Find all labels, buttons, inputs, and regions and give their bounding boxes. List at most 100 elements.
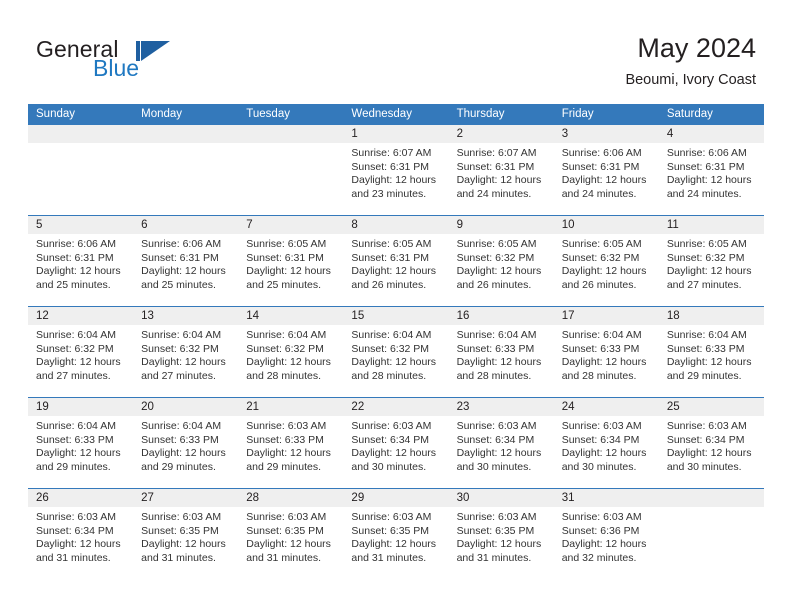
day-detail-line: and 30 minutes. [351, 460, 427, 473]
day-detail-line: Sunrise: 6:04 AM [36, 329, 116, 341]
day-cell-31[interactable]: Sunrise: 6:03 AM Sunset: 6:36 PM Daylight:… [554, 507, 659, 579]
day-number-2[interactable]: 2 [449, 125, 554, 143]
day-detail-line: and 28 minutes. [246, 369, 321, 382]
day-cell-22[interactable]: Sunrise: 6:03 AM Sunset: 6:34 PM Daylight:… [343, 416, 448, 488]
day-cell-5[interactable]: Sunrise: 6:06 AM Sunset: 6:31 PM Daylight:… [28, 234, 133, 306]
day-detail-line: Sunrise: 6:04 AM [141, 420, 222, 432]
day-number-1[interactable]: 1 [343, 125, 448, 143]
day-detail-line: Sunrise: 6:04 AM [141, 329, 222, 341]
day-cell-3[interactable]: Sunrise: 6:06 AM Sunset: 6:31 PM Daylight:… [554, 143, 659, 215]
calendar-weeks: 1 2 3 4 Sunrise: 6:07 AM Sunset: 6:31 PM Dayli… [28, 125, 764, 579]
day-cell-21[interactable]: Sunrise: 6:03 AM Sunset: 6:33 PM Daylight:… [238, 416, 343, 488]
day-detail-line: and 27 minutes. [666, 278, 742, 291]
day-number-27[interactable]: 27 [133, 489, 238, 507]
day-cell-2[interactable]: Sunrise: 6:07 AM Sunset: 6:31 PM Daylight:… [449, 143, 554, 215]
day-detail-line: Sunrise: 6:03 AM [456, 420, 537, 432]
page-subtitle: Beoumi, Ivory Coast [625, 72, 756, 88]
day-cell-30[interactable]: Sunrise: 6:03 AM Sunset: 6:35 PM Daylight:… [449, 507, 554, 579]
day-cell-29[interactable]: Sunrise: 6:03 AM Sunset: 6:35 PM Daylight:… [343, 507, 448, 579]
day-number-19[interactable]: 19 [28, 398, 133, 416]
day-cell-13[interactable]: Sunrise: 6:04 AM Sunset: 6:32 PM Daylight:… [133, 325, 238, 397]
day-detail-line: and 28 minutes. [456, 369, 532, 382]
day-detail-line: Sunset: 6:35 PM [141, 524, 219, 537]
day-number-18[interactable]: 18 [659, 307, 764, 325]
day-cell-18[interactable]: Sunrise: 6:04 AM Sunset: 6:33 PM Daylight:… [659, 325, 764, 397]
day-number-10[interactable]: 10 [554, 216, 659, 234]
calendar-page: General Blue May 2024 Beoumi, Ivory Coas… [0, 0, 792, 612]
day-cell-9[interactable]: Sunrise: 6:05 AM Sunset: 6:32 PM Daylight:… [449, 234, 554, 306]
day-number-28[interactable]: 28 [238, 489, 343, 507]
day-cell-23[interactable]: Sunrise: 6:03 AM Sunset: 6:34 PM Daylight:… [449, 416, 554, 488]
calendar-week-row: 12 13 14 15 16 17 18 Sunrise: 6:04 AM Sunset: 6:… [28, 306, 764, 397]
day-detail-line: Sunset: 6:32 PM [666, 251, 745, 264]
day-detail-line: and 27 minutes. [36, 369, 111, 382]
day-cell-25[interactable]: Sunrise: 6:03 AM Sunset: 6:34 PM Daylight:… [659, 416, 764, 488]
day-number-22[interactable]: 22 [343, 398, 448, 416]
day-cell-15[interactable]: Sunrise: 6:04 AM Sunset: 6:32 PM Daylight:… [343, 325, 448, 397]
day-number-11[interactable]: 11 [659, 216, 764, 234]
day-cell-8[interactable]: Sunrise: 6:05 AM Sunset: 6:31 PM Daylight:… [343, 234, 448, 306]
day-detail-line: Daylight: 12 hours [351, 356, 437, 369]
day-number-13[interactable]: 13 [133, 307, 238, 325]
day-detail-line: and 24 minutes. [561, 187, 637, 200]
day-number-6[interactable]: 6 [133, 216, 238, 234]
day-detail-line: Sunset: 6:32 PM [36, 342, 114, 355]
day-number-14[interactable]: 14 [238, 307, 343, 325]
day-cell-14[interactable]: Sunrise: 6:04 AM Sunset: 6:32 PM Daylight:… [238, 325, 343, 397]
day-detail-line: and 30 minutes. [666, 460, 742, 473]
day-detail-line: Sunset: 6:33 PM [561, 342, 640, 355]
day-cell-7[interactable]: Sunrise: 6:05 AM Sunset: 6:31 PM Daylight:… [238, 234, 343, 306]
day-cell-17[interactable]: Sunrise: 6:04 AM Sunset: 6:33 PM Daylight:… [554, 325, 659, 397]
day-number-9[interactable]: 9 [449, 216, 554, 234]
day-cell-12[interactable]: Sunrise: 6:04 AM Sunset: 6:32 PM Daylight:… [28, 325, 133, 397]
brand-logo[interactable]: General Blue [36, 36, 266, 88]
day-detail-line: and 31 minutes. [141, 551, 216, 564]
day-detail-line: and 29 minutes. [666, 369, 742, 382]
day-detail-line: Daylight: 12 hours [456, 174, 542, 187]
day-number-12[interactable]: 12 [28, 307, 133, 325]
day-number-15[interactable]: 15 [343, 307, 448, 325]
day-number-21[interactable]: 21 [238, 398, 343, 416]
day-cell-19[interactable]: Sunrise: 6:04 AM Sunset: 6:33 PM Daylight:… [28, 416, 133, 488]
day-cell-4[interactable]: Sunrise: 6:06 AM Sunset: 6:31 PM Daylight:… [659, 143, 764, 215]
day-number-16[interactable]: 16 [449, 307, 554, 325]
day-cell-16[interactable]: Sunrise: 6:04 AM Sunset: 6:33 PM Daylight:… [449, 325, 554, 397]
day-cell-11[interactable]: Sunrise: 6:05 AM Sunset: 6:32 PM Daylight:… [659, 234, 764, 306]
calendar-week-row: 19 20 21 22 23 24 25 Sunrise: 6:04 AM Sunset: 6:… [28, 397, 764, 488]
day-number-3[interactable]: 3 [554, 125, 659, 143]
day-number-20[interactable]: 20 [133, 398, 238, 416]
day-number-23[interactable]: 23 [449, 398, 554, 416]
day-detail-line: Daylight: 12 hours [351, 265, 437, 278]
calendar-week-row: 26 27 28 29 30 31 Sunrise: 6:03 AM Sunset: 6:34… [28, 488, 764, 579]
day-cell-1[interactable]: Sunrise: 6:07 AM Sunset: 6:31 PM Daylight:… [343, 143, 448, 215]
day-detail-line: Sunset: 6:31 PM [666, 160, 745, 173]
day-number-31[interactable]: 31 [554, 489, 659, 507]
day-number-8[interactable]: 8 [343, 216, 448, 234]
day-cell-28[interactable]: Sunrise: 6:03 AM Sunset: 6:35 PM Daylight:… [238, 507, 343, 579]
day-detail-line: Sunset: 6:34 PM [561, 433, 640, 446]
day-cell-6[interactable]: Sunrise: 6:06 AM Sunset: 6:31 PM Daylight:… [133, 234, 238, 306]
day-number-30[interactable]: 30 [449, 489, 554, 507]
day-number-29[interactable]: 29 [343, 489, 448, 507]
day-number-7[interactable]: 7 [238, 216, 343, 234]
day-detail-line: Sunset: 6:32 PM [351, 342, 430, 355]
day-detail-line: and 31 minutes. [456, 551, 532, 564]
weekday-header-wednesday: Wednesday [351, 108, 412, 120]
day-detail-line: Sunset: 6:35 PM [351, 524, 430, 537]
day-number-17[interactable]: 17 [554, 307, 659, 325]
day-number-5[interactable]: 5 [28, 216, 133, 234]
day-detail-line: Daylight: 12 hours [141, 538, 226, 551]
day-cell-20[interactable]: Sunrise: 6:04 AM Sunset: 6:33 PM Daylight:… [133, 416, 238, 488]
day-cell-24[interactable]: Sunrise: 6:03 AM Sunset: 6:34 PM Daylight:… [554, 416, 659, 488]
day-cell-26[interactable]: Sunrise: 6:03 AM Sunset: 6:34 PM Daylight:… [28, 507, 133, 579]
day-detail-line: Sunset: 6:35 PM [246, 524, 324, 537]
day-detail-line: and 25 minutes. [246, 278, 321, 291]
day-number-24[interactable]: 24 [554, 398, 659, 416]
day-detail-line: Daylight: 12 hours [351, 174, 437, 187]
day-detail-line: Daylight: 12 hours [561, 447, 647, 460]
day-cell-10[interactable]: Sunrise: 6:05 AM Sunset: 6:32 PM Daylight:… [554, 234, 659, 306]
day-cell-27[interactable]: Sunrise: 6:03 AM Sunset: 6:35 PM Daylight:… [133, 507, 238, 579]
day-number-4[interactable]: 4 [659, 125, 764, 143]
day-number-25[interactable]: 25 [659, 398, 764, 416]
day-number-26[interactable]: 26 [28, 489, 133, 507]
